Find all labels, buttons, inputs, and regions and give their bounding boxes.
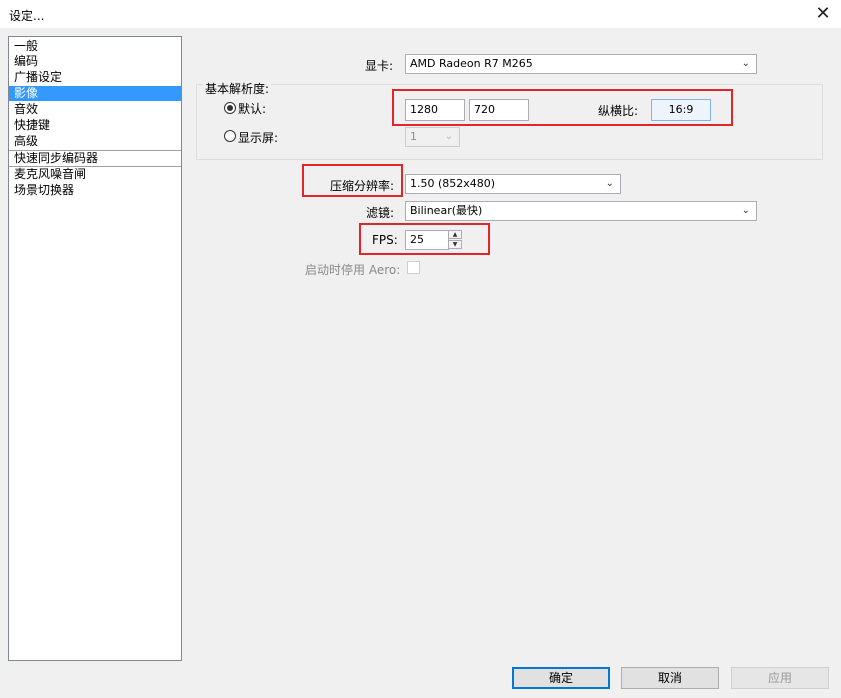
sidebar-item-audio[interactable]: 音效 — [9, 102, 181, 117]
close-icon[interactable]: ✕ — [811, 3, 835, 25]
sidebar-item-encoding[interactable]: 编码 — [9, 54, 181, 69]
fps-input[interactable]: 25 — [405, 230, 449, 250]
sidebar-item-quicksync[interactable]: 快速同步编码器 — [9, 151, 181, 166]
spin-up-icon[interactable]: ▲ — [448, 230, 462, 239]
sidebar-item-broadcast[interactable]: 广播设定 — [9, 70, 181, 85]
settings-category-list[interactable]: 一般 编码 广播设定 影像 音效 快捷键 高级 快速同步编码器 麦克风噪音闸 场… — [8, 36, 182, 661]
monitor-select[interactable]: 1 ⌄ — [405, 127, 460, 147]
chevron-down-icon: ⌄ — [605, 178, 614, 189]
title-bar — [0, 0, 841, 28]
width-input[interactable]: 1280 — [405, 99, 465, 121]
fps-label: FPS: — [372, 233, 398, 247]
sidebar-item-advanced[interactable]: 高级 — [9, 134, 181, 149]
gpu-label: 显卡: — [365, 59, 394, 73]
gpu-select[interactable]: AMD Radeon R7 M265 ⌄ — [405, 54, 757, 74]
aspect-ratio-label: 纵横比: — [598, 104, 639, 118]
base-resolution-label: 基本解析度: — [203, 80, 272, 97]
aspect-ratio-value: 16:9 — [651, 99, 711, 121]
sidebar-item-scene-switcher[interactable]: 场景切换器 — [9, 183, 181, 198]
height-input[interactable]: 720 — [469, 99, 529, 121]
window-title: 设定... — [9, 9, 45, 23]
monitor-select-value: 1 — [410, 130, 417, 143]
gpu-select-value: AMD Radeon R7 M265 — [410, 57, 533, 70]
chevron-down-icon: ⌄ — [741, 58, 750, 69]
filter-label: 滤镜: — [366, 206, 395, 220]
sidebar-item-video[interactable]: 影像 — [9, 86, 181, 101]
sidebar-item-noise-gate[interactable]: 麦克风噪音闸 — [9, 167, 181, 182]
filter-select-value: Bilinear(最快) — [410, 204, 483, 217]
ok-button[interactable]: 确定 — [512, 667, 610, 689]
sidebar-item-hotkeys[interactable]: 快捷键 — [9, 118, 181, 133]
cancel-button[interactable]: 取消 — [621, 667, 719, 689]
sidebar-item-general[interactable]: 一般 — [9, 39, 181, 54]
downscale-select-value: 1.50 (852x480) — [410, 177, 496, 190]
disable-aero-label: 启动时停用 Aero: — [305, 263, 401, 277]
default-resolution-label: 默认: — [238, 102, 267, 116]
downscale-select[interactable]: 1.50 (852x480) ⌄ — [405, 174, 621, 194]
downscale-label: 压缩分辨率: — [330, 179, 395, 193]
chevron-down-icon: ⌄ — [741, 205, 750, 216]
spin-down-icon[interactable]: ▼ — [448, 240, 462, 249]
chevron-down-icon: ⌄ — [444, 131, 453, 142]
default-resolution-radio[interactable] — [224, 102, 236, 114]
fps-spinner[interactable]: ▲ ▼ — [448, 230, 464, 250]
monitor-resolution-radio[interactable] — [224, 130, 236, 142]
radio-selected-dot — [227, 105, 233, 111]
apply-button[interactable]: 应用 — [731, 667, 829, 689]
monitor-label: 显示屏: — [238, 131, 279, 145]
filter-select[interactable]: Bilinear(最快) ⌄ — [405, 201, 757, 221]
disable-aero-checkbox[interactable] — [407, 261, 420, 274]
